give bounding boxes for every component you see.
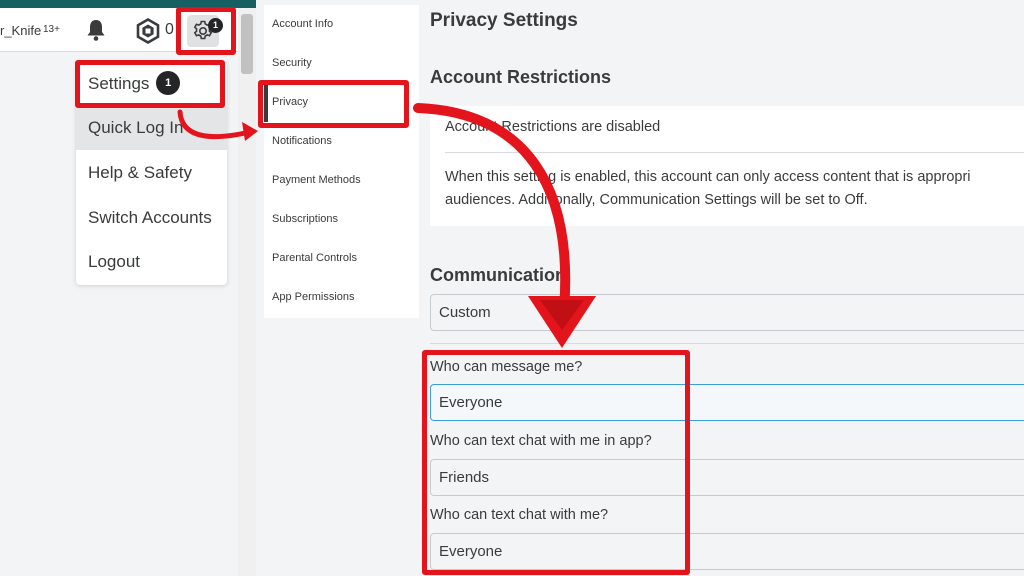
- scrollbar-track[interactable]: [238, 8, 256, 576]
- menu-item-logout[interactable]: Logout: [76, 240, 227, 284]
- restrictions-description-line-1: When this setting is enabled, this accou…: [445, 169, 971, 185]
- highlight-privacy-annotation: [258, 80, 409, 128]
- communication-preset-select[interactable]: Custom: [430, 294, 1024, 331]
- highlight-settings-annotation: [75, 60, 225, 108]
- nav-item-payment-methods[interactable]: Payment Methods: [264, 161, 419, 200]
- bell-icon[interactable]: [84, 18, 108, 42]
- account-restrictions-panel: Account Restrictions are disabled When t…: [430, 106, 1024, 226]
- communication-heading: Communication: [430, 265, 567, 285]
- menu-item-switch-accounts[interactable]: Switch Accounts: [76, 196, 227, 240]
- highlight-gear-annotation: [176, 7, 236, 55]
- username[interactable]: r_Knife: [0, 23, 41, 38]
- menu-item-quick-log-in[interactable]: Quick Log In: [76, 106, 227, 150]
- age-badge: 13+: [43, 24, 60, 35]
- nav-item-security[interactable]: Security: [264, 44, 419, 83]
- divider: [445, 152, 1024, 153]
- settings-sidebar: Account Info Security Privacy Notificati…: [264, 5, 419, 318]
- robux-icon[interactable]: [135, 18, 161, 44]
- menu-item-help-safety[interactable]: Help & Safety: [76, 151, 227, 195]
- nav-item-account-info[interactable]: Account Info: [264, 5, 419, 44]
- nav-item-subscriptions[interactable]: Subscriptions: [264, 200, 419, 239]
- restrictions-description-line-2: audiences. Additionally, Communication S…: [445, 192, 868, 208]
- nav-item-parental-controls[interactable]: Parental Controls: [264, 239, 419, 278]
- nav-item-app-permissions[interactable]: App Permissions: [264, 278, 419, 317]
- restrictions-status: Account Restrictions are disabled: [445, 119, 661, 135]
- divider: [430, 343, 1024, 344]
- page-title: Privacy Settings: [430, 10, 578, 31]
- restrictions-description: When this setting is enabled, this accou…: [445, 166, 1024, 212]
- account-restrictions-heading: Account Restrictions: [430, 67, 612, 87]
- highlight-communication-options-annotation: [422, 350, 690, 575]
- robux-count: 0: [165, 21, 174, 38]
- scrollbar-thumb[interactable]: [241, 14, 253, 74]
